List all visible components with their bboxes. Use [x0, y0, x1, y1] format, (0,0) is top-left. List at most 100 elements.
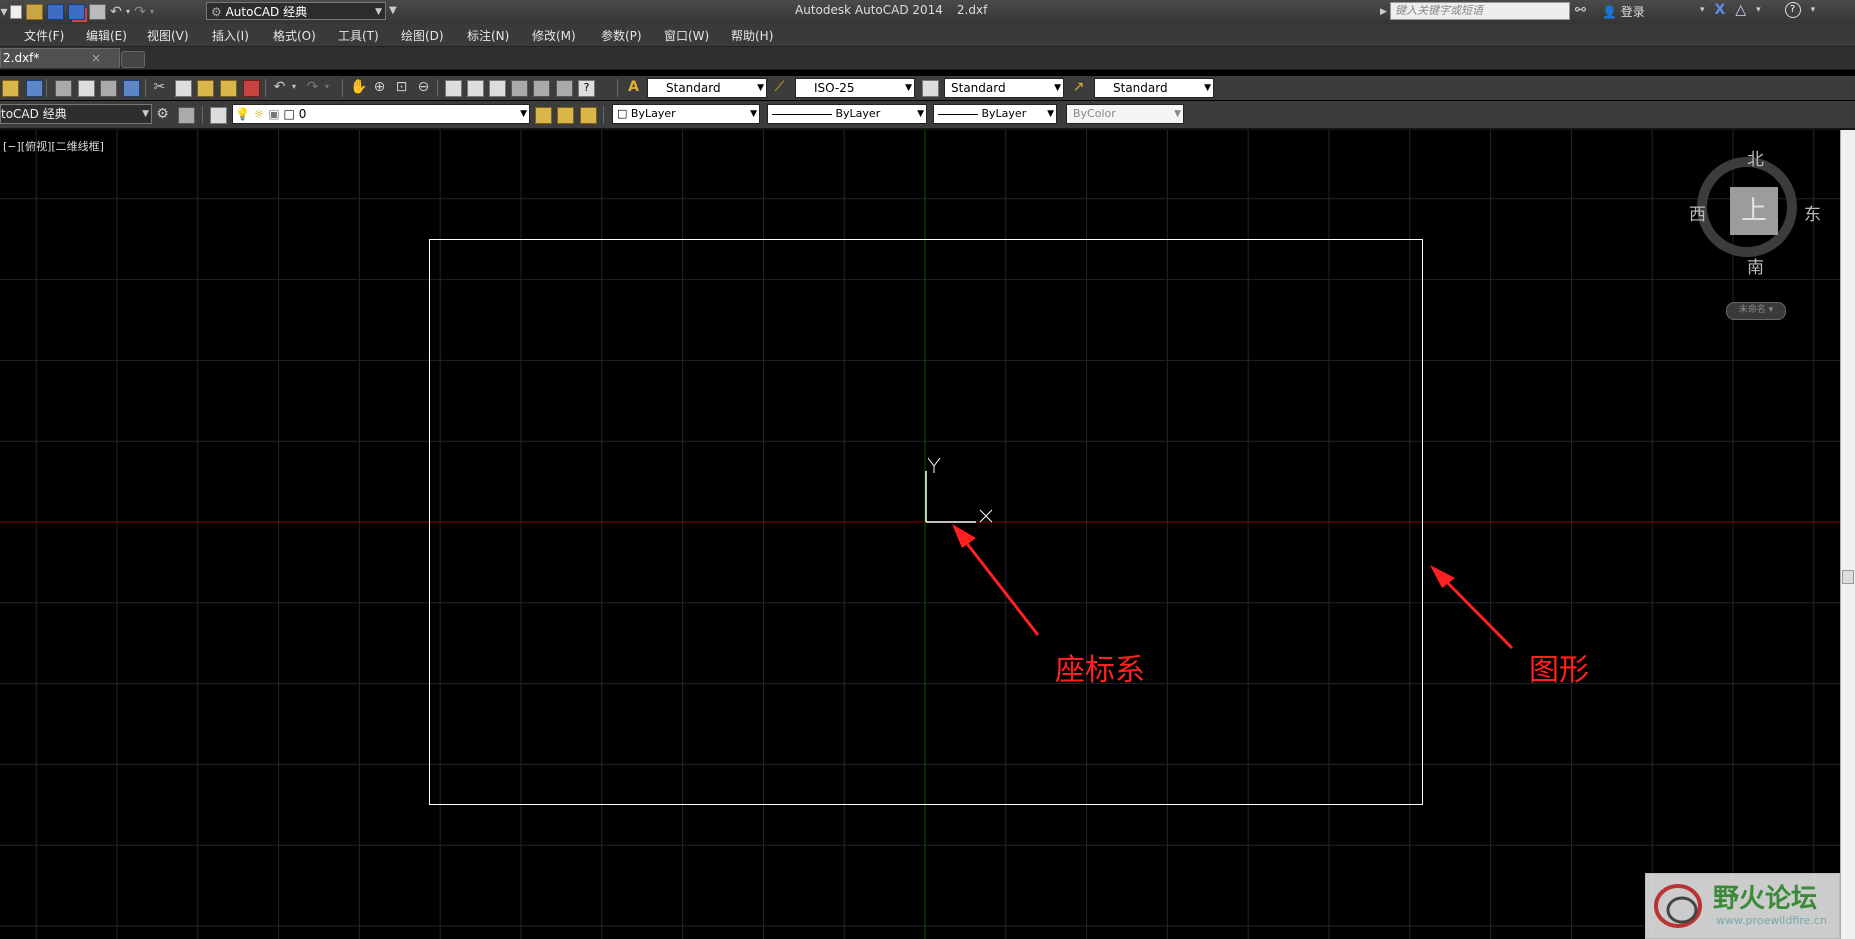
table-style-icon[interactable] — [922, 80, 939, 97]
tool-palettes-icon[interactable] — [489, 80, 506, 97]
workspace-toolbar-select[interactable]: toCAD 经典 ▼ — [0, 104, 152, 124]
make-current-layer-icon[interactable] — [535, 107, 552, 124]
viewport-controls-label[interactable]: [−][俯视][二维线框] — [3, 138, 104, 154]
text-style-icon[interactable]: A — [626, 80, 641, 95]
undo-dropdown-icon[interactable]: ▾ — [124, 5, 132, 19]
ucs-menu-button[interactable]: 未命名 ▾ — [1726, 302, 1786, 320]
menu-parameters[interactable]: 参数(P) — [601, 27, 642, 44]
copy-icon[interactable] — [175, 80, 192, 97]
sheet-set-icon[interactable] — [511, 80, 528, 97]
zoom-previous-icon[interactable]: ⊖ — [416, 80, 431, 95]
pan-icon[interactable]: ✋ — [350, 80, 367, 95]
viewcube[interactable]: 上 北 南 西 东 — [1685, 130, 1825, 278]
dim-style-icon[interactable]: ⟋ — [772, 80, 787, 95]
menu-format[interactable]: 格式(O) — [273, 27, 316, 44]
workspace-save-icon[interactable] — [178, 107, 195, 124]
menu-window[interactable]: 窗口(W) — [664, 27, 709, 44]
plot-preview-icon[interactable] — [78, 80, 95, 97]
menu-file[interactable]: 文件(F) — [24, 27, 64, 44]
viewcube-west[interactable]: 西 — [1689, 200, 1706, 225]
login-button[interactable]: 👤 登录 — [1602, 3, 1645, 20]
save-icon[interactable] — [26, 80, 43, 97]
plotstyle-select[interactable]: ByColor ▼ — [1066, 104, 1184, 124]
dropdown-icon[interactable]: ▾ — [1700, 5, 1705, 18]
zoom-window-icon[interactable]: ⊡ — [394, 80, 409, 95]
plot-icon[interactable] — [55, 80, 72, 97]
match-properties-icon[interactable] — [243, 80, 260, 97]
save-icon[interactable] — [47, 4, 64, 20]
undo-icon[interactable]: ↶ — [272, 80, 287, 95]
autodesk-360-icon[interactable]: △ — [1735, 2, 1746, 18]
save-as-icon[interactable] — [68, 4, 85, 20]
dropdown-icon[interactable]: ▾ — [1756, 5, 1761, 18]
workspace-settings-icon[interactable]: ⚙ — [155, 107, 170, 122]
vertical-scrollbar[interactable] — [1840, 130, 1855, 939]
paste-block-icon[interactable] — [220, 80, 237, 97]
close-icon[interactable]: × — [91, 49, 101, 67]
paste-icon[interactable] — [197, 80, 214, 97]
table-style-select[interactable]: Standard ▼ — [944, 78, 1064, 98]
design-center-icon[interactable] — [467, 80, 484, 97]
viewcube-north[interactable]: 北 — [1747, 145, 1764, 170]
help-icon[interactable]: ? — [1784, 2, 1801, 18]
redo-dropdown-icon[interactable]: ▾ — [323, 80, 331, 95]
menu-edit[interactable]: 编辑(E) — [86, 27, 127, 44]
rectangle-shape[interactable] — [429, 239, 1423, 805]
search-expand-icon[interactable]: ▶ — [1380, 5, 1387, 19]
linetype-select[interactable]: ByLayer ▼ — [767, 104, 927, 124]
layer-state-icon[interactable] — [580, 107, 597, 124]
help-dropdown-icon[interactable]: ▾ — [1811, 5, 1816, 18]
tab-document[interactable]: 2.dxf* × — [0, 48, 120, 68]
new-tab-button[interactable] — [121, 51, 145, 68]
menu-dimension[interactable]: 标注(N) — [467, 27, 509, 44]
menu-modify[interactable]: 修改(M) — [532, 27, 576, 44]
redo-icon[interactable]: ↷ — [305, 80, 320, 95]
menu-draw[interactable]: 绘图(D) — [401, 27, 444, 44]
multileader-style-value: Standard — [1113, 81, 1168, 95]
menu-help[interactable]: 帮助(H) — [731, 27, 773, 44]
customize-qa-icon[interactable]: ▼ — [389, 4, 397, 18]
menu-insert[interactable]: 插入(I) — [212, 27, 249, 44]
layer-properties-icon[interactable] — [210, 107, 227, 124]
binoculars-icon[interactable]: ⚯ — [1575, 3, 1586, 18]
lineweight-sample — [938, 113, 978, 115]
chevron-down-icon: ▼ — [142, 109, 149, 119]
menu-view[interactable]: 视图(V) — [147, 27, 189, 44]
color-select[interactable]: □ ByLayer ▼ — [612, 104, 760, 124]
open-icon[interactable] — [2, 80, 19, 97]
search-input[interactable]: 键入关键字或短语 — [1390, 2, 1570, 20]
undo-dropdown-icon[interactable]: ▾ — [290, 80, 298, 95]
help-icon[interactable]: ? — [578, 80, 595, 97]
drawing-canvas[interactable]: Y X [−][俯视][二维线框] 座标系 图形 上 北 南 西 东 未命名 ▾… — [0, 130, 1840, 939]
zoom-realtime-icon[interactable]: ⊕ — [372, 80, 387, 95]
dim-style-select[interactable]: ISO-25 ▼ — [795, 78, 915, 98]
scrollbar-thumb[interactable] — [1842, 570, 1854, 584]
text-style-select[interactable]: Standard ▼ — [647, 78, 767, 98]
layers-properties-toolbar: toCAD 经典 ▼ ⚙ 💡 ☼ ▣ □ 0 ▼ □ ByLayer ▼ ByLay… — [0, 101, 1855, 130]
cut-icon[interactable]: ✂ — [152, 80, 167, 95]
layer-previous-icon[interactable] — [557, 107, 574, 124]
app-menu-arrow-icon[interactable]: ▾ — [0, 5, 8, 19]
markup-icon[interactable] — [533, 80, 550, 97]
viewcube-face-top[interactable]: 上 — [1730, 187, 1778, 235]
chevron-down-icon: ▼ — [1174, 109, 1181, 119]
new-file-icon[interactable] — [10, 5, 22, 19]
menu-tools[interactable]: 工具(T) — [338, 27, 379, 44]
lineweight-select[interactable]: ByLayer ▼ — [933, 104, 1057, 124]
viewcube-south[interactable]: 南 — [1747, 253, 1764, 278]
redo-dropdown-icon[interactable]: ▾ — [148, 5, 156, 19]
calculator-icon[interactable] — [556, 80, 573, 97]
multileader-style-select[interactable]: Standard ▼ — [1094, 78, 1214, 98]
redo-icon[interactable]: ↷ — [132, 5, 148, 19]
properties-icon[interactable] — [445, 80, 462, 97]
open-file-icon[interactable] — [26, 4, 43, 20]
print-icon[interactable] — [89, 4, 106, 20]
viewcube-east[interactable]: 东 — [1804, 200, 1821, 225]
publish-icon[interactable] — [100, 80, 117, 97]
workspace-select[interactable]: ⚙ AutoCAD 经典 ▼ — [206, 2, 386, 20]
undo-icon[interactable]: ↶ — [108, 5, 124, 19]
layer-select[interactable]: 💡 ☼ ▣ □ 0 ▼ — [232, 104, 530, 124]
multileader-style-icon[interactable]: ↗ — [1071, 80, 1086, 95]
3d-dwf-icon[interactable] — [123, 80, 140, 97]
exchange-icon[interactable]: X — [1715, 2, 1726, 18]
